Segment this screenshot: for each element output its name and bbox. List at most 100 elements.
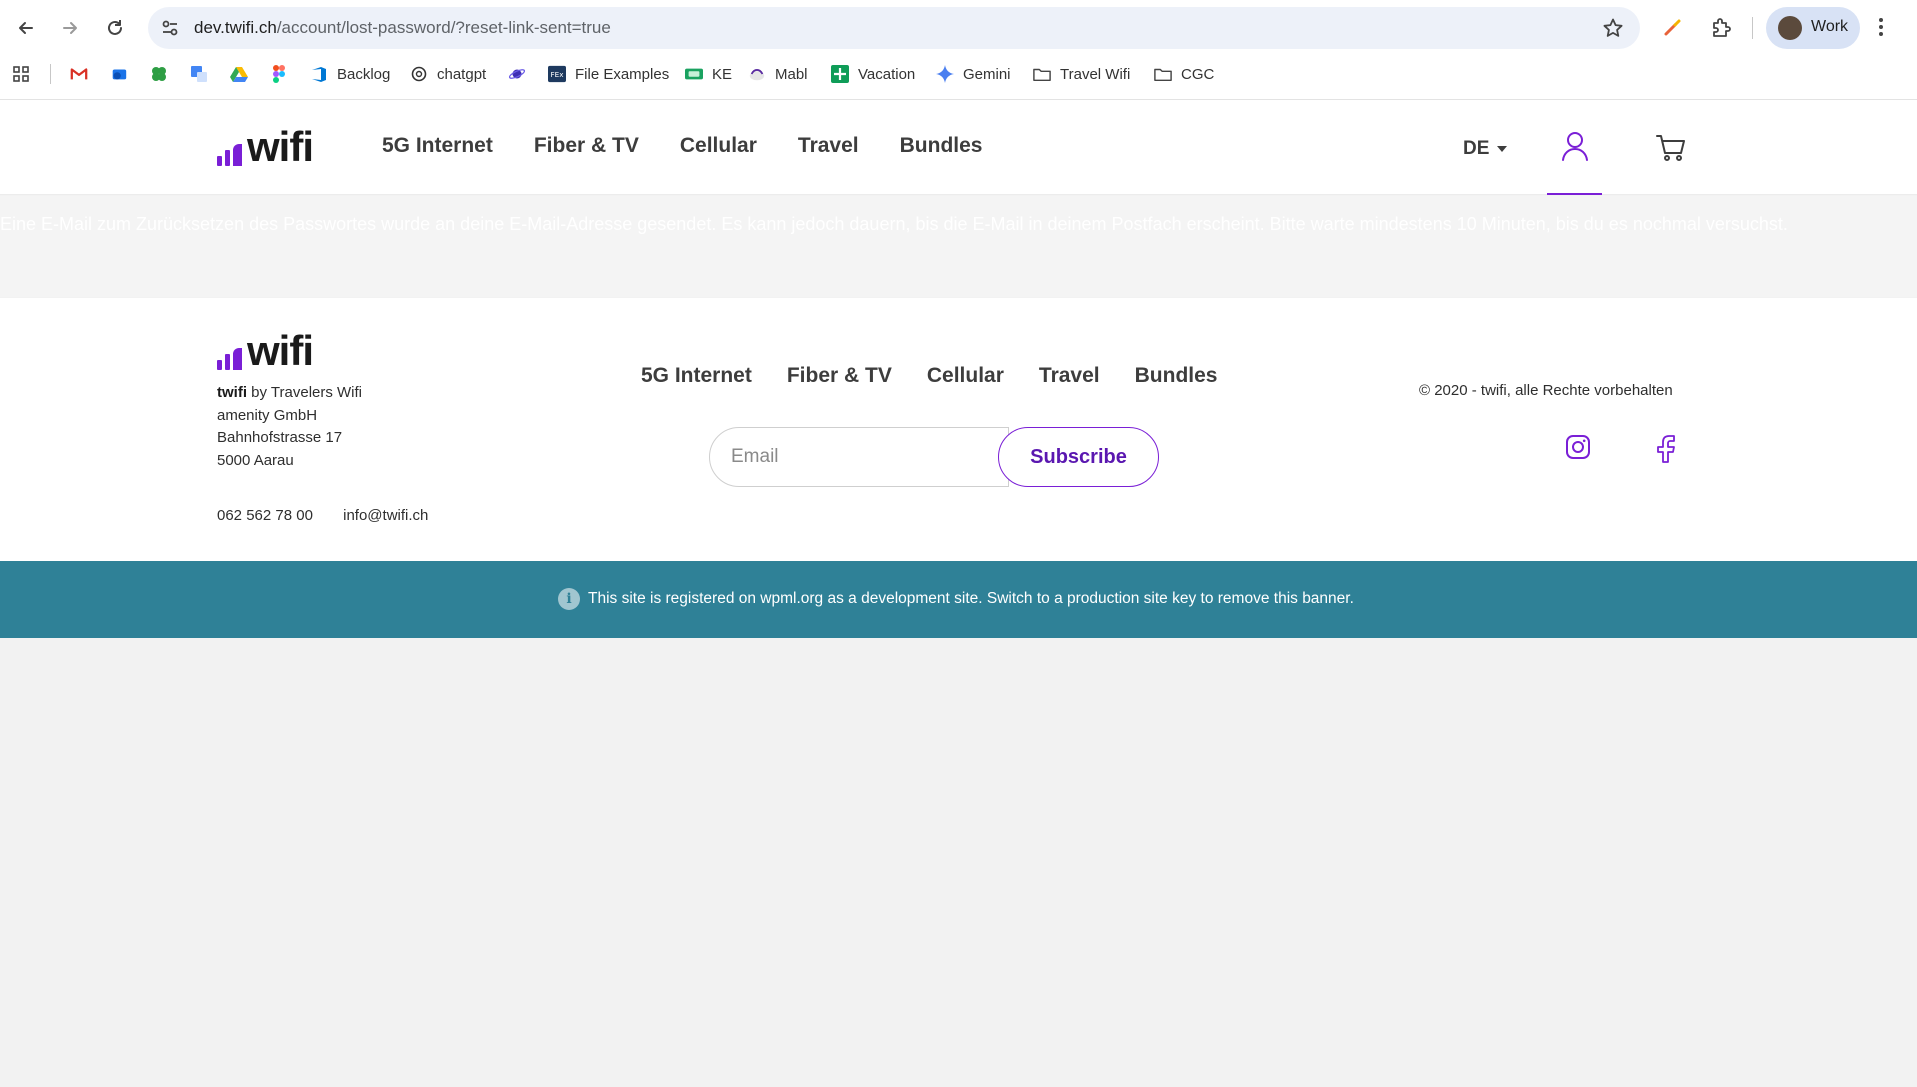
- bookmark-label: Backlog: [337, 65, 391, 83]
- azure-devops-icon: [310, 65, 328, 83]
- instagram-icon[interactable]: [1565, 434, 1591, 465]
- site-footer: wifi twifi by Travelers Wifi amenity Gmb…: [0, 298, 1917, 561]
- clover-icon: [150, 65, 168, 83]
- bookmark-ke[interactable]: KE: [685, 62, 732, 86]
- url-host: dev.twifi.ch: [194, 18, 277, 37]
- nav-bundles[interactable]: Bundles: [900, 134, 983, 158]
- bookmark-outlook[interactable]: [110, 62, 137, 86]
- back-arrow-icon: [19, 22, 33, 34]
- folder-icon: [1154, 65, 1172, 83]
- footer-nav-cellular[interactable]: Cellular: [927, 364, 1004, 388]
- bookmark-gmail[interactable]: [70, 62, 97, 86]
- logo-signal-bars: [217, 144, 245, 166]
- bookmark-mabl[interactable]: Mabl: [748, 62, 808, 86]
- url-path: /account/lost-password/?reset-link-sent=…: [276, 18, 611, 37]
- bookmark-backlog[interactable]: Backlog: [310, 62, 390, 86]
- bookmark-label: chatgpt: [437, 65, 487, 83]
- toolbar-divider: [1752, 17, 1753, 39]
- avatar: [1778, 16, 1802, 40]
- reload-icon: [108, 20, 122, 35]
- bookmarks-bar: Backlog chatgpt FEx File Examples KE Mab…: [0, 58, 1917, 90]
- language-selector[interactable]: DE: [1463, 138, 1508, 160]
- site-header: wifi 5G Internet Fiber & TV Cellular Tra…: [0, 100, 1917, 195]
- svg-text:FEx: FEx: [551, 70, 565, 79]
- bookmark-drive[interactable]: [230, 62, 257, 86]
- forward-arrow-icon: [63, 22, 77, 34]
- drive-icon: [230, 65, 248, 83]
- nav-travel[interactable]: Travel: [798, 134, 859, 158]
- bookmark-file-examples[interactable]: FEx File Examples: [548, 62, 669, 86]
- footer-nav: 5G Internet Fiber & TV Cellular Travel B…: [641, 364, 1252, 388]
- url-text: dev.twifi.ch/account/lost-password/?rese…: [194, 18, 611, 38]
- mabl-icon: [748, 65, 766, 83]
- footer-logo[interactable]: wifi: [217, 327, 314, 374]
- bookmark-clover[interactable]: [150, 62, 177, 86]
- site-info-icon[interactable]: [160, 18, 180, 43]
- copyright-text: © 2020 - twifi, alle Rechte vorbehalten: [1419, 382, 1673, 399]
- wpml-dev-banner: i This site is registered on wpml.org as…: [0, 561, 1917, 638]
- company-name: amenity GmbH: [217, 406, 318, 424]
- fex-icon: FEx: [548, 65, 566, 83]
- back-button[interactable]: [12, 14, 40, 42]
- footer-nav-fiber-tv[interactable]: Fiber & TV: [787, 364, 892, 388]
- notice-text: Eine E-Mail zum Zurücksetzen des Passwor…: [0, 214, 1788, 234]
- street: Bahnhofstrasse 17: [217, 429, 343, 446]
- gmail-icon: [70, 65, 88, 83]
- bookmark-travel-wifi[interactable]: Travel Wifi: [1033, 62, 1130, 86]
- logo-wordmark: wifi: [247, 327, 314, 374]
- reload-button[interactable]: [101, 14, 129, 42]
- nav-cellular[interactable]: Cellular: [680, 134, 757, 158]
- facebook-icon[interactable]: [1654, 434, 1678, 469]
- nav-fiber-tv[interactable]: Fiber & TV: [534, 134, 639, 158]
- footer-nav-5g-internet[interactable]: 5G Internet: [641, 364, 752, 388]
- wpml-banner-text: This site is registered on wpml.org as a…: [588, 590, 1354, 607]
- nav-5g-internet[interactable]: 5G Internet: [382, 134, 493, 158]
- sheets-icon: [831, 65, 849, 83]
- logo-wordmark: wifi: [247, 123, 314, 170]
- newsletter-form: Subscribe: [709, 427, 1159, 487]
- bookmark-label: File Examples: [575, 65, 670, 83]
- newsletter-email-input[interactable]: [709, 427, 1009, 487]
- language-label: DE: [1463, 138, 1490, 159]
- user-account-icon[interactable]: [1560, 130, 1590, 167]
- bookmark-figma[interactable]: [270, 62, 297, 86]
- city: 5000 Aarau: [217, 451, 294, 469]
- color-picker-extension-icon[interactable]: [1662, 16, 1684, 43]
- ke-icon: [685, 65, 703, 83]
- gemini-icon: [936, 65, 954, 83]
- bookmark-star-icon[interactable]: [1602, 17, 1624, 44]
- extensions-puzzle-icon[interactable]: [1709, 16, 1733, 45]
- bookmark-gemini[interactable]: Gemini: [936, 62, 1011, 86]
- folder-icon: [1033, 65, 1051, 83]
- info-icon: i: [558, 588, 580, 610]
- bookmark-label: Gemini: [963, 65, 1011, 83]
- footer-nav-travel[interactable]: Travel: [1039, 364, 1100, 388]
- bookmark-label: CGC: [1181, 65, 1215, 83]
- chatgpt-icon: [410, 65, 428, 83]
- browser-chrome: dev.twifi.ch/account/lost-password/?rese…: [0, 0, 1917, 100]
- subscribe-button[interactable]: Subscribe: [998, 427, 1159, 487]
- bookmark-cgc[interactable]: CGC: [1154, 62, 1214, 86]
- email-link[interactable]: info@twifi.ch: [343, 507, 428, 524]
- footer-nav-bundles[interactable]: Bundles: [1135, 364, 1218, 388]
- active-tab-underline: [1547, 193, 1602, 195]
- bookmark-label: KE: [712, 65, 733, 83]
- bookmark-translate[interactable]: [190, 62, 217, 86]
- bookmark-planet[interactable]: [508, 62, 535, 86]
- profile-label: Work: [1811, 18, 1849, 35]
- company-address: twifi by Travelers Wifi amenity GmbH Bah…: [217, 382, 362, 472]
- phone-link[interactable]: 062 562 78 00: [217, 507, 313, 524]
- bookmark-vacation[interactable]: Vacation: [831, 62, 915, 86]
- shopping-cart-icon[interactable]: [1655, 133, 1687, 168]
- bookmark-label: Mabl: [775, 65, 808, 83]
- brand-suffix: by Travelers Wifi: [247, 384, 363, 401]
- planet-icon: [508, 65, 526, 83]
- forward-button[interactable]: [56, 14, 84, 42]
- figma-icon: [270, 65, 288, 83]
- browser-menu-icon[interactable]: [1878, 16, 1884, 43]
- site-logo[interactable]: wifi: [217, 123, 314, 170]
- profile-button[interactable]: Work: [1766, 7, 1860, 49]
- bookmark-apps[interactable]: [12, 62, 39, 86]
- address-bar[interactable]: dev.twifi.ch/account/lost-password/?rese…: [148, 7, 1640, 49]
- bookmark-chatgpt[interactable]: chatgpt: [410, 62, 486, 86]
